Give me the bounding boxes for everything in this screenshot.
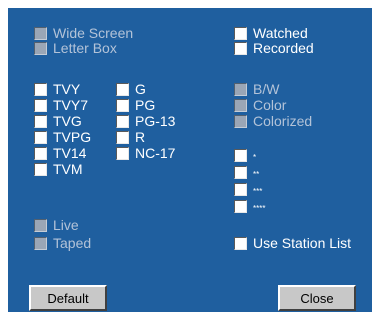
mpaa-rating-label: NC-17	[135, 145, 176, 161]
tv-rating-checkbox-tvy[interactable]: TVY	[34, 81, 80, 97]
tv-rating-box[interactable]	[34, 130, 47, 144]
mpaa-rating-label: G	[135, 81, 146, 97]
tv-rating-label: TVY7	[53, 97, 89, 113]
tv-rating-checkbox-tvg[interactable]: TVG	[34, 113, 82, 129]
default-button[interactable]: Default	[29, 285, 107, 311]
mpaa-rating-checkbox-r[interactable]: R	[116, 129, 145, 145]
tv-rating-label: TVM	[53, 161, 83, 177]
watched-label: Watched	[253, 25, 308, 41]
star-rating-label: ***	[253, 187, 263, 196]
color-checkbox[interactable]: Color	[234, 97, 286, 113]
close-button[interactable]: Close	[278, 285, 356, 311]
mpaa-rating-checkbox-g[interactable]: G	[116, 81, 146, 97]
star-rating-label: *	[253, 153, 257, 162]
tv-rating-checkbox-tvy7[interactable]: TVY7	[34, 97, 88, 113]
tv-rating-label: TVY	[53, 81, 81, 97]
letter-box-checkbox[interactable]: Letter Box	[34, 40, 117, 56]
star-rating-label: ****	[253, 204, 266, 213]
bw-checkbox[interactable]: B/W	[234, 81, 279, 97]
colorized-checkbox[interactable]: Colorized	[234, 113, 312, 129]
tv-rating-label: TVPG	[53, 129, 92, 145]
colorized-label: Colorized	[253, 113, 313, 129]
tv-rating-box[interactable]	[34, 82, 47, 96]
tv-rating-checkbox-tvm[interactable]: TVM	[34, 161, 83, 177]
live-checkbox[interactable]: Live	[34, 217, 79, 233]
mpaa-rating-box[interactable]	[116, 114, 129, 128]
use-station-list-checkbox[interactable]: Use Station List	[234, 235, 351, 251]
star-rating-checkbox-1[interactable]: *	[234, 147, 256, 163]
live-checkbox-box[interactable]	[34, 218, 47, 232]
wide-screen-checkbox[interactable]: Wide Screen	[34, 25, 133, 41]
use-station-list-label: Use Station List	[253, 235, 352, 251]
mpaa-rating-label: PG-13	[135, 113, 176, 129]
watched-checkbox-box[interactable]	[234, 26, 247, 40]
tv-rating-box[interactable]	[34, 162, 47, 176]
tv-rating-box[interactable]	[34, 114, 47, 128]
mpaa-rating-box[interactable]	[116, 146, 129, 160]
tv-rating-box[interactable]	[34, 146, 47, 160]
star-rating-box[interactable]	[234, 148, 247, 162]
mpaa-rating-checkbox-pg[interactable]: PG	[116, 97, 155, 113]
star-rating-checkbox-4[interactable]: ****	[234, 198, 265, 214]
colorized-checkbox-box[interactable]	[234, 114, 247, 128]
tv-rating-checkbox-tvpg[interactable]: TVPG	[34, 129, 91, 145]
recorded-label: Recorded	[253, 40, 314, 56]
tv-rating-label: TV14	[53, 145, 87, 161]
star-rating-checkbox-3[interactable]: ***	[234, 181, 262, 197]
filter-options-panel: Wide Screen Letter Box Watched Recorded …	[8, 8, 372, 312]
star-rating-label: **	[253, 170, 260, 179]
taped-label: Taped	[53, 235, 92, 251]
tv-rating-box[interactable]	[34, 98, 47, 112]
mpaa-rating-label: R	[135, 129, 146, 145]
star-rating-checkbox-2[interactable]: **	[234, 164, 259, 180]
mpaa-rating-checkbox-pg13[interactable]: PG-13	[116, 113, 175, 129]
wide-screen-checkbox-box[interactable]	[34, 26, 47, 40]
letter-box-checkbox-box[interactable]	[34, 41, 47, 55]
recorded-checkbox[interactable]: Recorded	[234, 40, 314, 56]
watched-checkbox[interactable]: Watched	[234, 25, 308, 41]
recorded-checkbox-box[interactable]	[234, 41, 247, 55]
wide-screen-label: Wide Screen	[53, 25, 134, 41]
letter-box-label: Letter Box	[53, 40, 117, 56]
color-label: Color	[253, 97, 287, 113]
mpaa-rating-checkbox-nc17[interactable]: NC-17	[116, 145, 175, 161]
bw-label: B/W	[253, 81, 280, 97]
color-checkbox-box[interactable]	[234, 98, 247, 112]
star-rating-box[interactable]	[234, 182, 247, 196]
mpaa-rating-box[interactable]	[116, 82, 129, 96]
use-station-list-checkbox-box[interactable]	[234, 236, 247, 250]
live-label: Live	[53, 217, 79, 233]
taped-checkbox[interactable]: Taped	[34, 235, 91, 251]
tv-rating-label: TVG	[53, 113, 82, 129]
star-rating-box[interactable]	[234, 199, 247, 213]
bw-checkbox-box[interactable]	[234, 82, 247, 96]
star-rating-box[interactable]	[234, 165, 247, 179]
mpaa-rating-box[interactable]	[116, 98, 129, 112]
mpaa-rating-box[interactable]	[116, 130, 129, 144]
mpaa-rating-label: PG	[135, 97, 156, 113]
tv-rating-checkbox-tv14[interactable]: TV14	[34, 145, 86, 161]
taped-checkbox-box[interactable]	[34, 236, 47, 250]
